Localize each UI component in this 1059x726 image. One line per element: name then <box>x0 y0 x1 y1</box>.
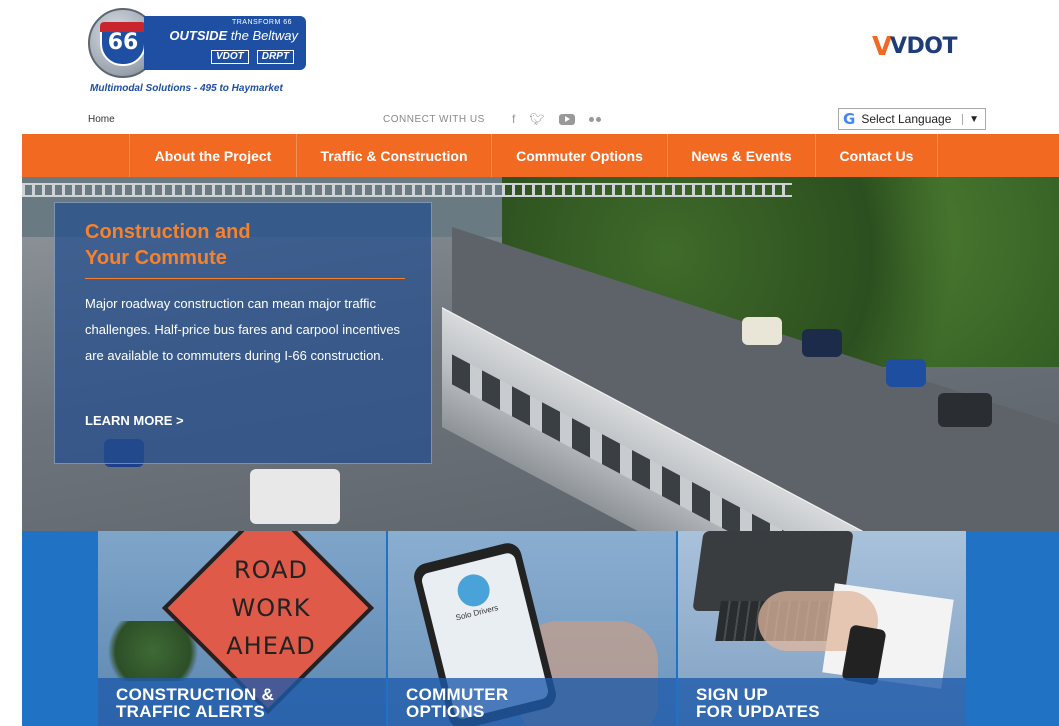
tile-construction-traffic-alerts[interactable]: ROAD WORK AHEAD CONSTRUCTION & TRAFFIC A… <box>98 531 386 726</box>
learn-more-link[interactable]: LEARN MORE > <box>85 413 184 428</box>
breadcrumb-home-link[interactable]: Home <box>88 114 115 125</box>
flickr-icon[interactable] <box>588 116 601 122</box>
hero-title: Construction and Your Commute <box>85 221 251 269</box>
vdot-badge: VDOT <box>210 50 249 64</box>
social-links: f 🐦︎ <box>512 112 601 126</box>
banner-partners: VDOT DRPT <box>162 50 302 64</box>
nav-about-the-project[interactable]: About the Project <box>130 134 297 177</box>
facebook-icon[interactable]: f <box>512 112 515 126</box>
drpt-badge: DRPT <box>256 50 294 64</box>
car-icon <box>454 571 494 610</box>
banner-main-text: OUTSIDE the Beltway <box>169 28 298 43</box>
language-selector[interactable]: G Select Language ▼ <box>838 108 986 130</box>
nav-commuter-options[interactable]: Commuter Options <box>492 134 668 177</box>
transform-66-logo[interactable]: 66 TRANSFORM 66 OUTSIDE the Beltway VDOT… <box>86 6 308 98</box>
connect-label: CONNECT WITH US <box>383 114 485 125</box>
tile-label: SIGN UP FOR UPDATES <box>678 678 966 726</box>
site-header: 66 TRANSFORM 66 OUTSIDE the Beltway VDOT… <box>0 0 1059 134</box>
hero-banner: Construction and Your Commute Major road… <box>22 177 1059 531</box>
vdot-logo-text: VDOT <box>890 34 958 59</box>
nav-traffic-construction[interactable]: Traffic & Construction <box>297 134 492 177</box>
vdot-logo[interactable]: V VDOT <box>872 32 962 62</box>
nav-news-events[interactable]: News & Events <box>668 134 816 177</box>
language-selector-label: Select Language <box>861 112 952 126</box>
road-work-sign-text: ROAD WORK AHEAD <box>226 556 316 660</box>
nav-contact-us[interactable]: Contact Us <box>816 134 938 177</box>
tile-label: CONSTRUCTION & TRAFFIC ALERTS <box>98 678 386 726</box>
twitter-icon[interactable]: 🐦︎ <box>529 112 544 126</box>
logo-tagline: Multimodal Solutions - 495 to Haymarket <box>90 83 283 94</box>
chevron-down-icon: ▼ <box>962 113 985 125</box>
youtube-icon[interactable] <box>558 113 575 125</box>
main-nav: About the Project Traffic & Construction… <box>22 134 1059 177</box>
google-icon: G <box>843 110 856 128</box>
hero-body-text: Major roadway construction can mean majo… <box>85 296 401 363</box>
tile-sign-up-updates[interactable]: SIGN UP FOR UPDATES <box>678 531 966 726</box>
hero-callout-card: Construction and Your Commute Major road… <box>54 202 432 464</box>
banner-small-text: TRANSFORM 66 <box>231 19 292 26</box>
page: 66 TRANSFORM 66 OUTSIDE the Beltway VDOT… <box>0 0 1059 726</box>
logo-banner: TRANSFORM 66 OUTSIDE the Beltway VDOT DR… <box>144 16 306 70</box>
tile-label: COMMUTER OPTIONS <box>388 678 676 726</box>
hero-divider <box>85 278 405 279</box>
tile-commuter-options[interactable]: Solo Drivers COMMUTER OPTIONS <box>388 531 676 726</box>
